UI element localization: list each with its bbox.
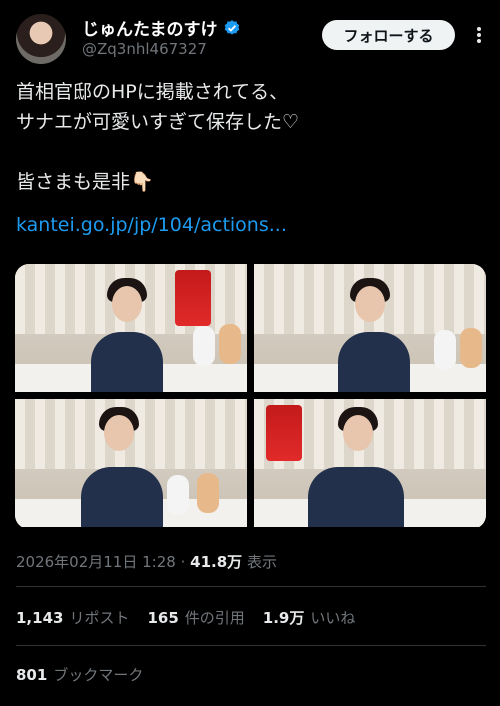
views-count: 41.8万 [190, 553, 243, 571]
media-photo-3[interactable] [15, 399, 247, 527]
divider [16, 645, 486, 646]
tweet-text: 首相官邸のHPに掲載されてる、 サナエが可愛いすぎて保存した♡ 皆さまも是非👇🏻 [16, 81, 300, 193]
user-handle[interactable]: @Zq3nhl467327 [82, 40, 207, 58]
likes-count: 1.9万 [262, 609, 305, 627]
reposts-label: リポスト [69, 609, 130, 627]
bookmarks-stat[interactable]: 801 ブックマーク [16, 664, 143, 685]
engagement-stats: 1,143 リポスト 165 件の引用 1.9万 いいね [16, 607, 355, 628]
meta-separator: · [180, 553, 186, 571]
reposts-count: 1,143 [16, 609, 64, 627]
reposts-stat[interactable]: 1,143 リポスト [16, 607, 129, 628]
likes-stat[interactable]: 1.9万 いいね [263, 607, 356, 628]
media-grid [15, 264, 486, 529]
likes-label: いいね [310, 609, 356, 627]
display-name[interactable]: じゅんたまのすけ [82, 15, 218, 40]
user-name-row[interactable]: じゅんたまのすけ [82, 15, 241, 40]
verified-badge-icon [224, 19, 239, 35]
media-photo-2[interactable] [254, 264, 486, 392]
tweet-link[interactable]: kantei.go.jp/jp/104/actions... [16, 214, 287, 236]
views-label: 表示 [246, 553, 277, 571]
quotes-label: 件の引用 [184, 609, 245, 627]
timestamp[interactable]: 2026年02月11日 1:28 [16, 553, 176, 571]
media-photo-1[interactable] [15, 264, 247, 392]
tweet-meta: 2026年02月11日 1:28 · 41.8万 表示 [16, 551, 277, 572]
divider [16, 586, 486, 587]
bookmarks-count: 801 [16, 666, 48, 684]
more-icon[interactable] [470, 25, 488, 45]
follow-button[interactable]: フォローする [322, 20, 455, 50]
quotes-count: 165 [147, 609, 179, 627]
quotes-stat[interactable]: 165 件の引用 [147, 607, 244, 628]
avatar[interactable] [16, 14, 66, 64]
media-photo-4[interactable] [254, 399, 486, 527]
bookmarks-label: ブックマーク [53, 666, 144, 684]
